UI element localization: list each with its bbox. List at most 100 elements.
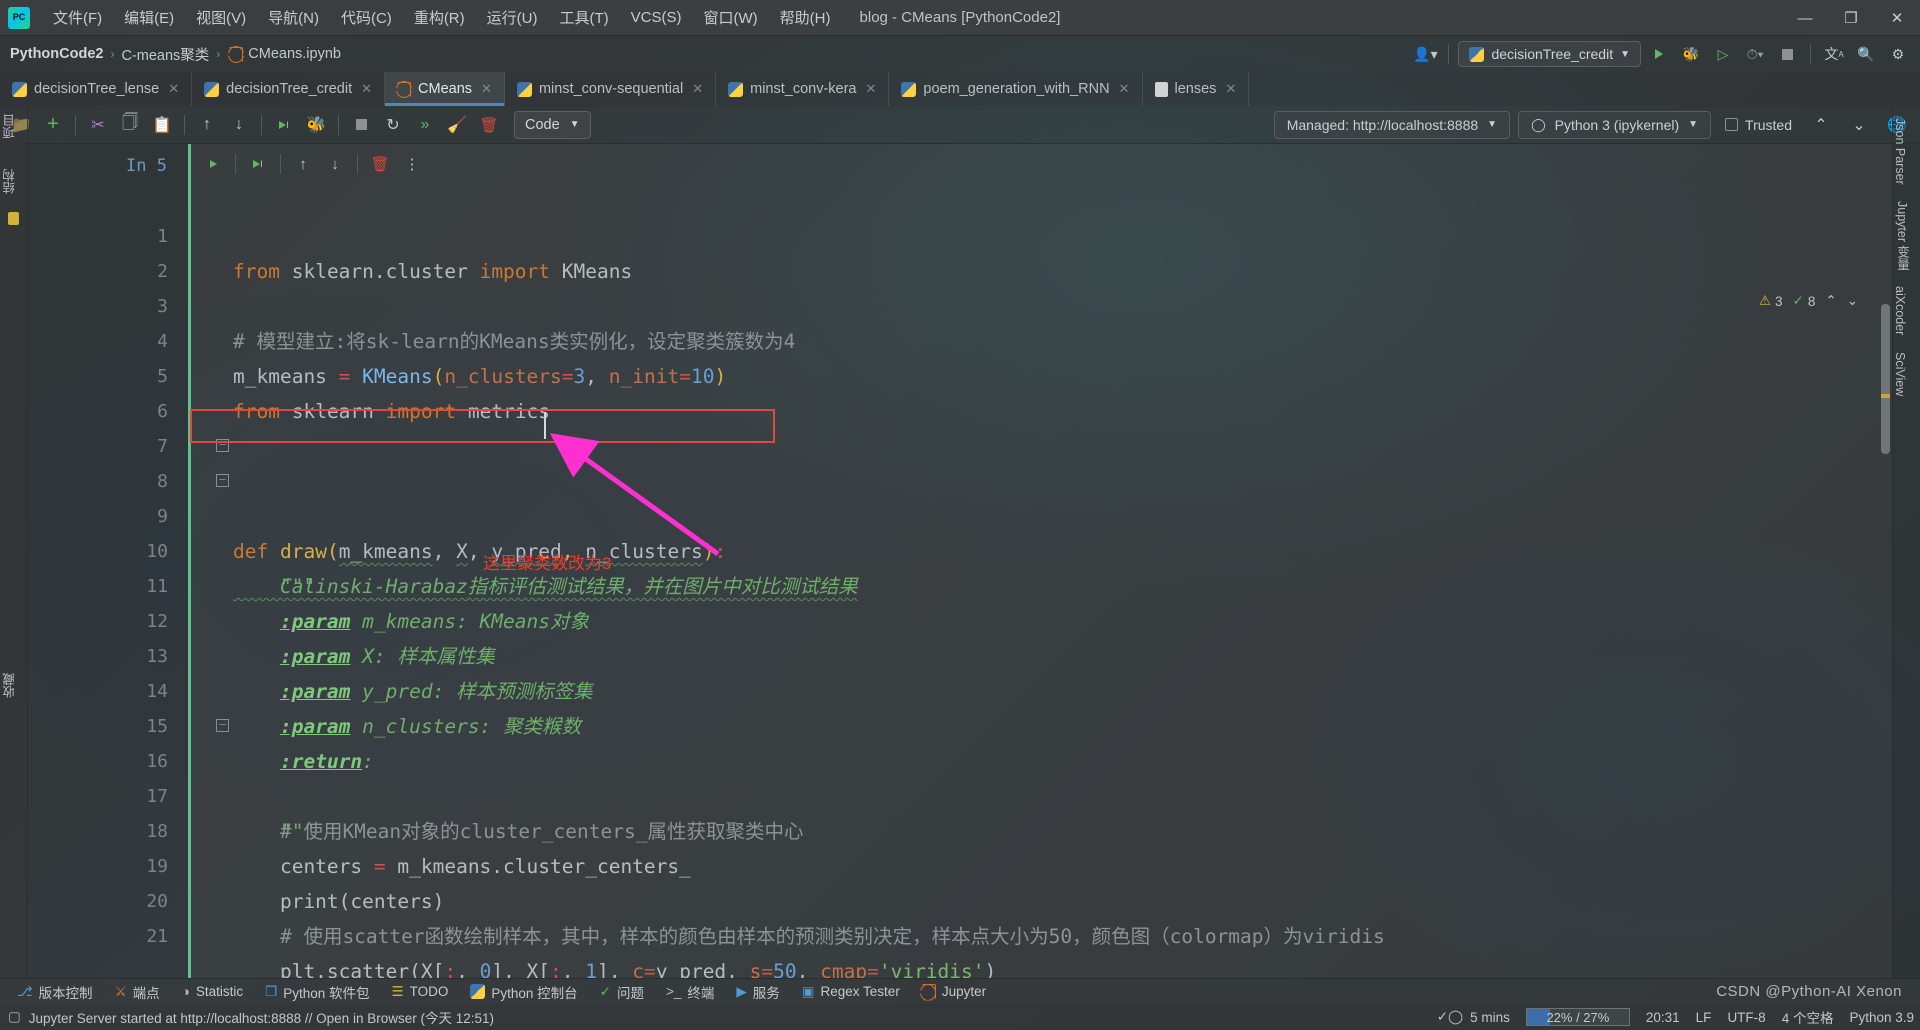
interpreter-indicator[interactable]: Python 3.9 [1849, 1010, 1914, 1025]
translate-icon[interactable]: 文A [1820, 41, 1848, 67]
cell-type-selector[interactable]: Code ▼ [514, 110, 591, 139]
tool-bookmarks[interactable]: 收藏 [0, 665, 19, 706]
run-icon[interactable] [1645, 41, 1673, 67]
stop-icon[interactable] [1773, 41, 1801, 67]
code-line[interactable]: 9 ─ """ [28, 464, 1892, 598]
tool-jupyter-variables[interactable]: Jupyter 变量 [1893, 193, 1912, 278]
code-line[interactable]: 15 :return: [28, 674, 1892, 773]
tool-version-control[interactable]: ⎇ 版本控制 [8, 980, 102, 1004]
notebook-editor[interactable]: In 5 I ↑ ↓ 🗑 ⋮ ⚠ 3 ✓ 8 ⌃ ⌄ 1 from sklear… [28, 144, 1892, 978]
move-cell-down-icon[interactable]: ↓ [224, 111, 254, 139]
tool-todo[interactable]: ☰ TODO [382, 982, 457, 1002]
coverage-icon[interactable]: ▷ [1709, 41, 1737, 67]
tool-sciview[interactable]: SciView [1893, 344, 1907, 404]
close-icon[interactable]: ✕ [361, 81, 372, 97]
copy-icon[interactable]: 🗍 [115, 111, 145, 139]
menu-refactor[interactable]: 重构(R) [403, 3, 476, 32]
code-line[interactable]: 20 # 使用scatter函数绘制样本，其中，样本的颜色由样本的预测类别决定，… [28, 849, 1892, 948]
code-line[interactable]: 3 # 模型建立:将sk-learn的KMeans类实例化，设定聚类簇数为4 [28, 254, 1892, 353]
tool-endpoints[interactable]: ⚔ 端点 [106, 980, 169, 1004]
memory-indicator[interactable]: 22% / 27% [1525, 1008, 1630, 1026]
breadcrumb-folder[interactable]: C-means聚类 [121, 44, 209, 65]
fold-marker-icon[interactable]: ─ [216, 439, 229, 452]
editor-tab-lenses[interactable]: lenses ✕ [1143, 72, 1250, 106]
move-cell-up-icon[interactable]: ↑ [192, 111, 222, 139]
indent-indicator[interactable]: 4 个空格 [1782, 1007, 1834, 1027]
cut-icon[interactable]: ✂ [83, 111, 113, 139]
code-line-highlighted[interactable]: 4 m_kmeans = KMeans(n_clusters=3, n_init… [28, 289, 1892, 388]
breadcrumb-project[interactable]: PythonCode2 [10, 46, 103, 62]
code-line[interactable]: 19 print(centers) [28, 814, 1892, 913]
debug-cell-icon[interactable]: 🐝 [301, 111, 331, 139]
user-icon[interactable]: 👤▾ [1411, 41, 1439, 67]
menu-tools[interactable]: 工具(T) [548, 3, 619, 32]
editor-tab-decisiontree-credit[interactable]: decisionTree_credit ✕ [192, 72, 386, 106]
delete-cell-icon[interactable]: 🗑 [365, 150, 395, 178]
menu-edit[interactable]: 编辑(E) [113, 3, 185, 32]
code-line[interactable]: 11 :param m_kmeans: KMeans对象 [28, 534, 1892, 633]
encoding-indicator[interactable]: UTF-8 [1727, 1010, 1765, 1025]
fold-marker-icon[interactable]: ─ [216, 719, 229, 732]
close-icon[interactable]: ✕ [866, 81, 877, 97]
close-icon[interactable]: ✕ [481, 81, 492, 97]
editor-tab-minst-conv-sequential[interactable]: minst_conv-sequential ✕ [505, 72, 717, 106]
tool-problems[interactable]: ✓ 问题 [591, 980, 653, 1004]
code-line[interactable]: 12 :param X: 样本属性集 [28, 569, 1892, 668]
menu-navigate[interactable]: 导航(N) [257, 3, 330, 32]
tool-python-packages[interactable]: ❐ Python 软件包 [256, 980, 378, 1004]
code-line[interactable]: 5 from sklearn import metrics [28, 324, 1892, 423]
code-line[interactable]: 16 ─ """ [28, 709, 1892, 843]
editor-tab-poem-generation-with-rnn[interactable]: poem_generation_with_RNN ✕ [889, 72, 1143, 106]
clear-outputs-icon[interactable]: 🧹 [442, 111, 472, 139]
menu-view[interactable]: 视图(V) [185, 3, 257, 32]
code-line[interactable]: 17 # 使用KMean对象的cluster_centers_属性获取聚类中心 [28, 744, 1892, 843]
line-separator-indicator[interactable]: LF [1696, 1010, 1712, 1025]
menu-file[interactable]: 文件(F) [42, 3, 113, 32]
trusted-checkbox[interactable] [1725, 118, 1739, 131]
minimize-button[interactable]: — [1782, 0, 1828, 36]
add-cell-icon[interactable]: + [38, 111, 68, 139]
editor-tab-minst-conv-kera[interactable]: minst_conv-kera ✕ [716, 72, 890, 106]
close-icon[interactable]: ✕ [1225, 81, 1236, 97]
paste-icon[interactable]: 📋 [147, 111, 177, 139]
run-cell-and-select-icon[interactable]: I [243, 150, 273, 178]
kernel-selector[interactable]: ◯ Python 3 (ipykernel) ▼ [1518, 110, 1712, 139]
tool-terminal[interactable]: >_ 终端 [657, 980, 723, 1004]
close-icon[interactable]: ✕ [1119, 81, 1130, 97]
tool-aixcoder[interactable]: aiXcoder [1893, 278, 1907, 343]
more-options-icon[interactable]: ⋮ [397, 150, 427, 178]
profile-icon[interactable]: ⏱▾ [1741, 41, 1769, 67]
editor-tab-cmeans[interactable]: CMeans ✕ [385, 72, 505, 106]
close-button[interactable]: ✕ [1874, 0, 1920, 36]
close-icon[interactable]: ✕ [168, 81, 179, 97]
settings-icon[interactable]: ⚙ [1884, 41, 1912, 67]
elapsed-indicator[interactable]: ✓◯ 5 mins [1437, 1009, 1510, 1025]
previous-occurrence-icon[interactable]: ⌃ [1806, 111, 1836, 139]
move-up-icon[interactable]: ↑ [288, 150, 318, 178]
debug-icon[interactable]: 🐝 [1677, 41, 1705, 67]
tool-statistic[interactable]: ◑ Statistic [173, 982, 252, 1001]
menu-vcs[interactable]: VCS(S) [620, 5, 693, 30]
interrupt-kernel-icon[interactable] [346, 111, 376, 139]
code-line[interactable]: 13 :param y_pred: 样本预测标签集 [28, 604, 1892, 703]
code-line[interactable]: 10 Calinski-Harabaz指标评估测试结果，并在图片中对比测试结果 [28, 499, 1892, 598]
tool-structure[interactable]: 结构 [0, 161, 19, 202]
menu-code[interactable]: 代码(C) [330, 3, 403, 32]
code-line[interactable]: 21 plt.scatter(X[:, 0], X[:, 1], c=y_pre… [28, 884, 1892, 978]
code-line[interactable]: 7 [28, 394, 1892, 457]
run-configuration-selector[interactable]: decisionTree_credit ▼ [1458, 41, 1641, 67]
run-cell-icon[interactable] [198, 150, 228, 178]
tool-project[interactable]: 项目 [0, 106, 19, 147]
tool-python-console[interactable]: Python 控制台 [461, 980, 586, 1004]
tool-jupyter[interactable]: Jupyter [913, 982, 995, 1001]
next-occurrence-icon[interactable]: ⌄ [1844, 111, 1874, 139]
tool-services[interactable]: ▶ 服务 [727, 980, 788, 1004]
code-line[interactable]: 18 centers = m_kmeans.cluster_centers_ [28, 779, 1892, 878]
jupyter-server-selector[interactable]: Managed: http://localhost:8888 ▼ [1273, 110, 1511, 139]
breadcrumb-file[interactable]: CMeans.ipynb [248, 46, 341, 62]
menu-window[interactable]: 窗口(W) [692, 3, 768, 32]
search-icon[interactable]: 🔍 [1852, 41, 1880, 67]
code-line[interactable]: 1 from sklearn.cluster import KMeans [28, 184, 1892, 283]
menu-run[interactable]: 运行(U) [476, 3, 549, 32]
tool-regex-tester[interactable]: ▣ Regex Tester [793, 982, 909, 1002]
